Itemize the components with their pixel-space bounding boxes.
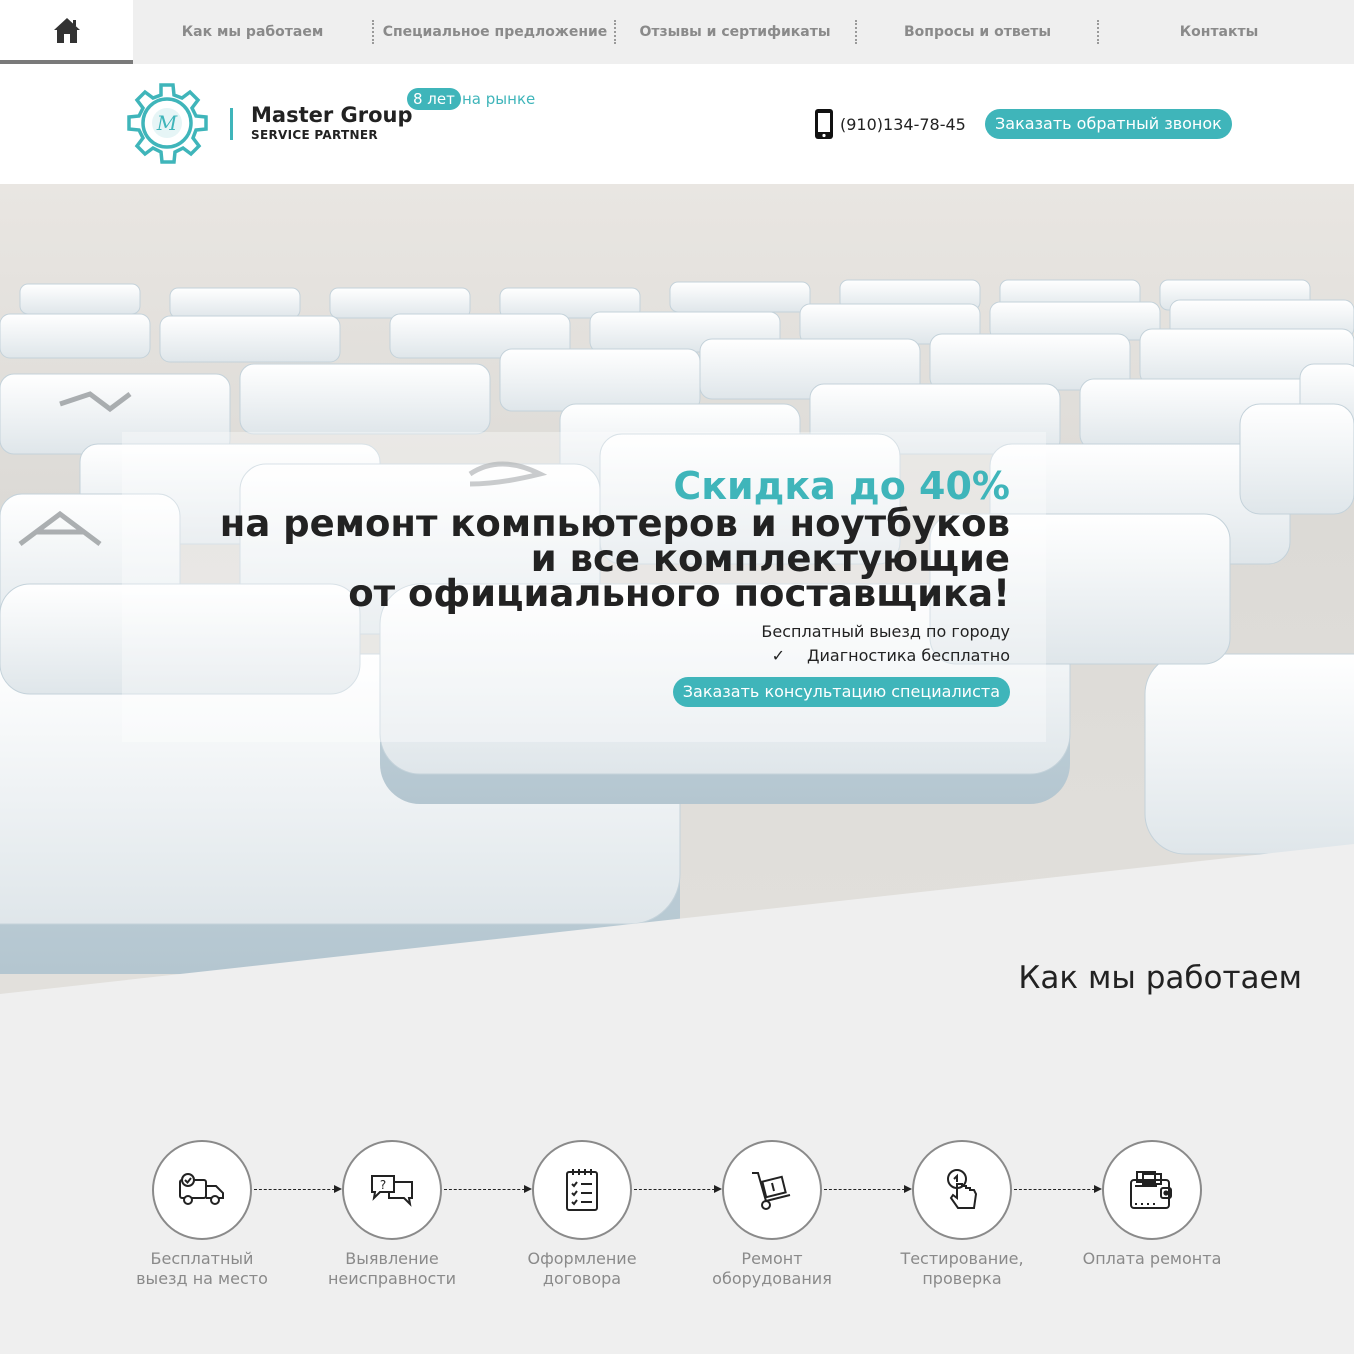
promo-feature-diagnostics: ✓ Диагностика бесплатно [772, 646, 1010, 665]
years-badge: 8 лет [407, 88, 461, 110]
step-6-circle [1102, 1140, 1202, 1240]
step-2-label: Выявление неисправности [327, 1249, 457, 1288]
truck-icon [179, 1173, 224, 1205]
step-1-circle [152, 1140, 252, 1240]
wallet-icon [1130, 1171, 1172, 1209]
step-arrow [254, 1185, 342, 1193]
step-arrow [444, 1185, 532, 1193]
nav-item-faq[interactable]: Вопросы и ответы [880, 0, 1075, 64]
nav-divider [855, 20, 857, 44]
step-arrow [634, 1185, 722, 1193]
consultation-button[interactable]: Заказать консультацию специалиста [672, 677, 1010, 707]
nav-item-contacts[interactable]: Контакты [1130, 0, 1308, 64]
step-3-circle [532, 1140, 632, 1240]
step-arrow [1014, 1185, 1102, 1193]
nav-home-button[interactable] [0, 0, 133, 64]
hero-banner: Скидка до 40% на ремонт компьютеров и но… [0, 184, 1354, 994]
svg-text:M: M [156, 111, 178, 135]
step-arrow [824, 1185, 912, 1193]
nav-divider [1097, 20, 1099, 44]
step-6-label: Оплата ремонта [1082, 1249, 1222, 1268]
how-we-work-title: Как мы работаем [1018, 960, 1302, 996]
checklist-icon [566, 1169, 598, 1211]
logo-divider [230, 108, 233, 140]
nav-divider [372, 20, 374, 44]
promo-box: Скидка до 40% на ремонт компьютеров и но… [122, 432, 1046, 742]
step-4-label: Ремонт оборудования [712, 1249, 832, 1288]
chat-question-icon: ? [371, 1175, 413, 1207]
phone-number[interactable]: (910)134-78-45 [840, 115, 966, 134]
step-2-circle: ? [342, 1140, 442, 1240]
top-nav: Как мы работаем Специальное предложение … [0, 0, 1354, 64]
years-text: на рынке [462, 90, 536, 108]
hand-cart-icon [752, 1172, 791, 1210]
check-icon: ✓ [771, 646, 785, 665]
svg-text:?: ? [380, 1178, 386, 1192]
nav-item-special-offer[interactable]: Специальное предложение [380, 0, 610, 64]
callback-button[interactable]: Заказать обратный звонок [985, 109, 1232, 139]
step-3-label: Оформление договора [527, 1249, 637, 1288]
promo-line-3: от официального поставщика! [348, 572, 1010, 615]
home-icon [53, 18, 80, 43]
step-4-circle [722, 1140, 822, 1240]
phone-icon [815, 109, 833, 139]
brand-name: Master Group [251, 103, 413, 127]
nav-item-reviews[interactable]: Отзывы и сертификаты [624, 0, 846, 64]
step-5-circle [912, 1140, 1012, 1240]
brand-subtitle: SERVICE PARTNER [251, 128, 378, 142]
gear-logo-icon[interactable]: M [121, 78, 213, 170]
step-5-label: Тестирование, проверка [900, 1249, 1024, 1288]
nav-divider [614, 20, 616, 44]
nav-item-how-we-work[interactable]: Как мы работаем [165, 0, 340, 64]
step-1-label: Бесплатный выезд на место [136, 1249, 268, 1288]
promo-feature-free-visit: Бесплатный выезд по городу [761, 622, 1010, 641]
touch-icon [947, 1169, 978, 1209]
site-header: M Master Group SERVICE PARTNER 8 лет на … [0, 64, 1354, 184]
promo-feature-diagnostics-label: Диагностика бесплатно [807, 646, 1010, 665]
